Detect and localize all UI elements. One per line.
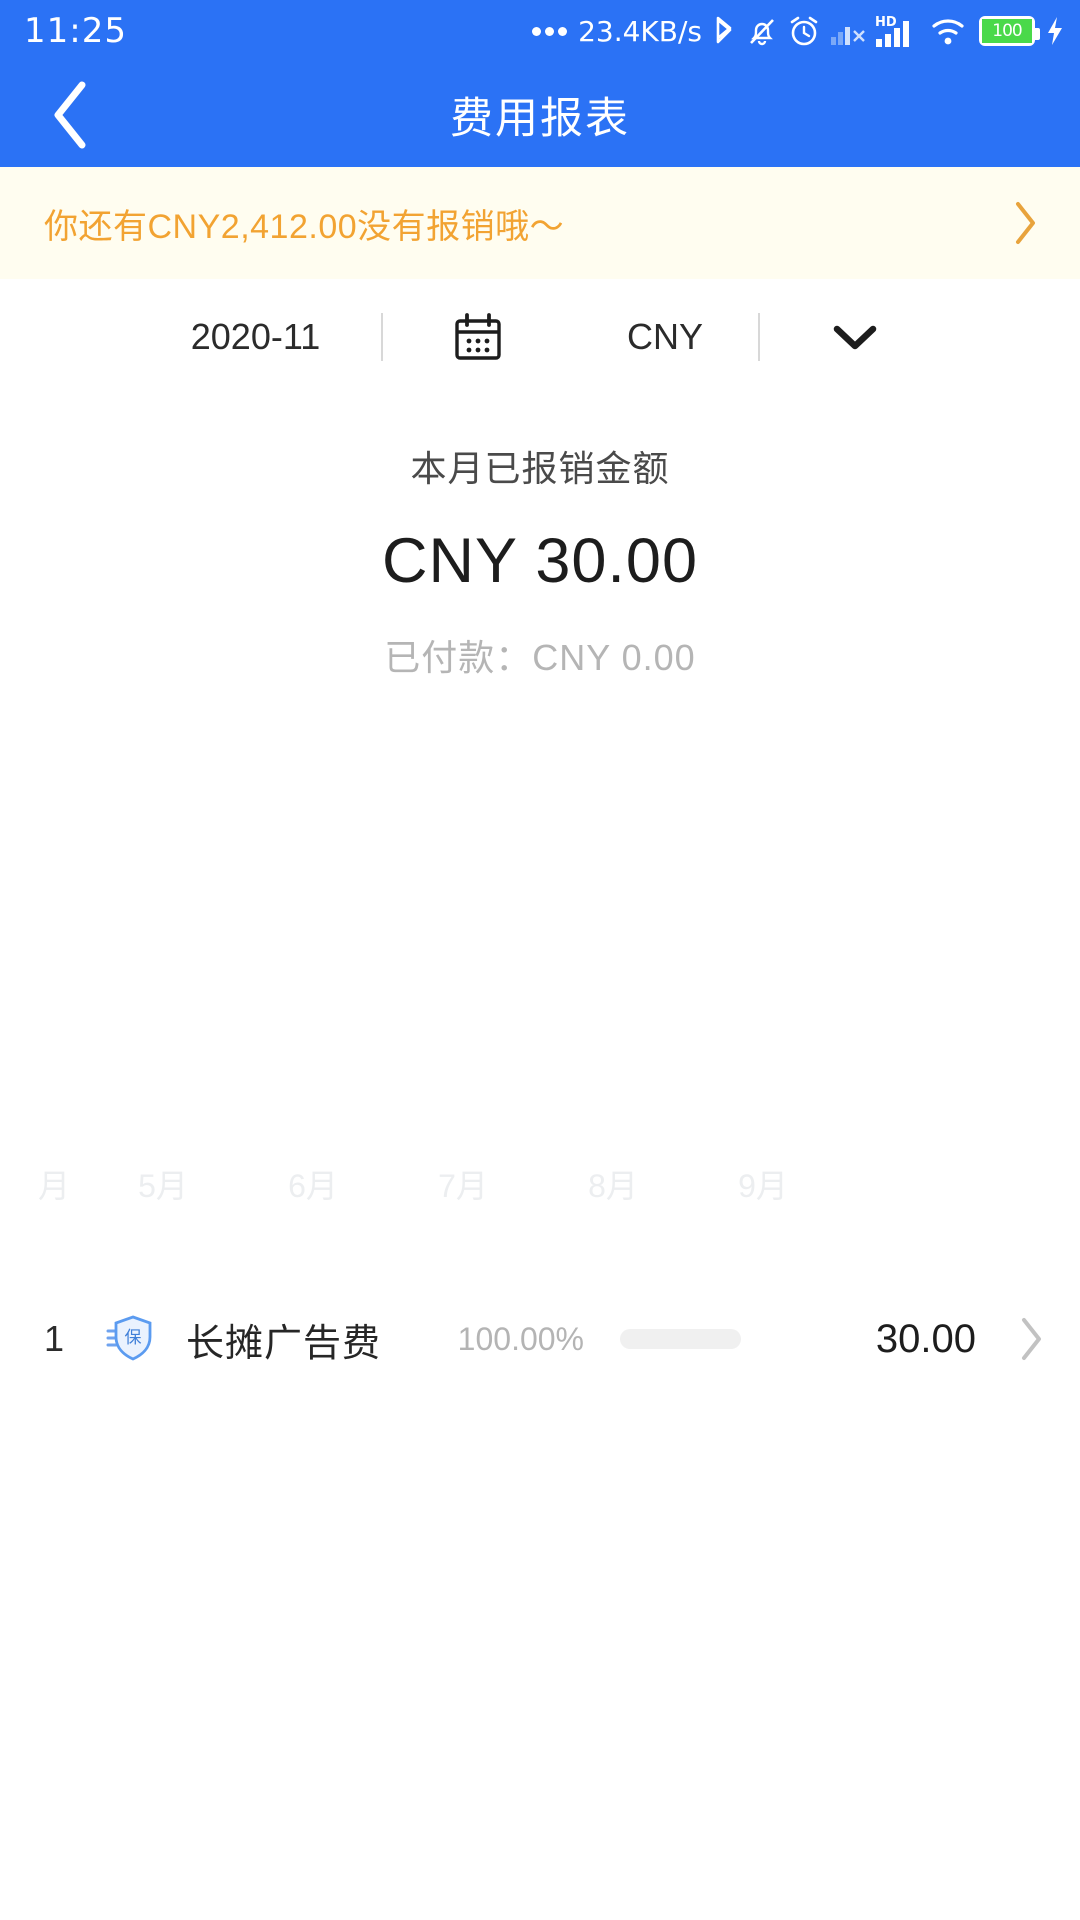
unreimbursed-notice-banner[interactable]: 你还有CNY2,412.00没有报销哦～ [0,167,1080,279]
chart-x-tick: 7月 [438,1168,488,1204]
period-label: 2020-11 [190,315,321,357]
expense-trend-chart[interactable]: 月 5月 6月 7月 8月 9月 [0,760,1080,1240]
row-amount: 30.00 [875,1316,976,1361]
app-screen: 11:25 23.4KB/s HD 100 费用报表 你还有CNY2,412.0… [0,0,1080,1920]
notice-text: 你还有CNY2,412.00没有报销哦～ [44,207,565,246]
hd-signal-icon: HD [875,13,921,49]
currency-dropdown-button[interactable] [760,319,950,355]
row-index: 1 [44,1318,65,1359]
currency-filter[interactable]: CNY [573,316,758,358]
chart-month-axis: 月 5月 6月 7月 8月 9月 [0,1154,1080,1214]
mute-bell-icon [746,14,778,48]
alarm-clock-icon [787,14,821,48]
chart-x-tick: 6月 [288,1168,338,1204]
chevron-down-icon [833,325,876,349]
currency-label: CNY [626,315,703,357]
svg-text:保: 保 [125,1328,142,1348]
row-chevron-right-icon[interactable] [976,1315,1046,1363]
app-bar: 费用报表 [0,62,1080,167]
page-title: 费用报表 [450,94,630,143]
bluetooth-icon [711,14,737,48]
summary-section: 本月已报销金额 CNY 30.00 已付款：CNY 0.00 [0,440,1080,681]
back-button[interactable] [36,80,106,150]
notice-chevron-right-icon[interactable] [1010,199,1040,247]
calendar-icon [454,312,501,360]
shield-insurance-icon: 保 [106,1313,186,1365]
filter-bar: 2020-11 CNY [0,279,1080,394]
status-clock: 11:25 [24,11,127,51]
chart-x-tick: 月 [38,1168,71,1204]
row-percent: 100.00% [457,1320,584,1357]
chart-x-tick: 9月 [738,1168,788,1204]
chart-x-tick: 5月 [138,1168,188,1204]
row-category-name: 长摊广告费 [186,1322,382,1365]
period-filter[interactable]: 2020-11 [131,316,381,358]
table-row[interactable]: 1 保 长摊广告费 100.00% 30.00 [0,1278,1080,1400]
chart-x-tick: 8月 [588,1168,638,1204]
network-speed-label: 23.4KB/s [578,14,702,48]
summary-amount: CNY 30.00 [381,526,699,596]
status-bar: 11:25 23.4KB/s HD 100 [0,0,1080,62]
charging-bolt-icon [1044,14,1066,48]
dots-icon [532,26,568,36]
status-icons: 23.4KB/s HD 100 [532,13,1066,49]
signal-off-icon [830,15,866,47]
svg-text:HD: HD [875,15,897,30]
battery-level-label: 100 [982,19,1032,43]
summary-paid-label: 已付款：CNY 0.00 [384,637,696,678]
wifi-icon [930,14,970,48]
battery-icon: 100 [979,16,1040,46]
summary-label: 本月已报销金额 [410,448,670,489]
calendar-button[interactable] [383,309,573,365]
expense-category-list: 1 保 长摊广告费 100.00% 30.00 [0,1278,1080,1400]
chevron-left-icon [54,81,86,148]
row-progress-bar [620,1329,741,1349]
